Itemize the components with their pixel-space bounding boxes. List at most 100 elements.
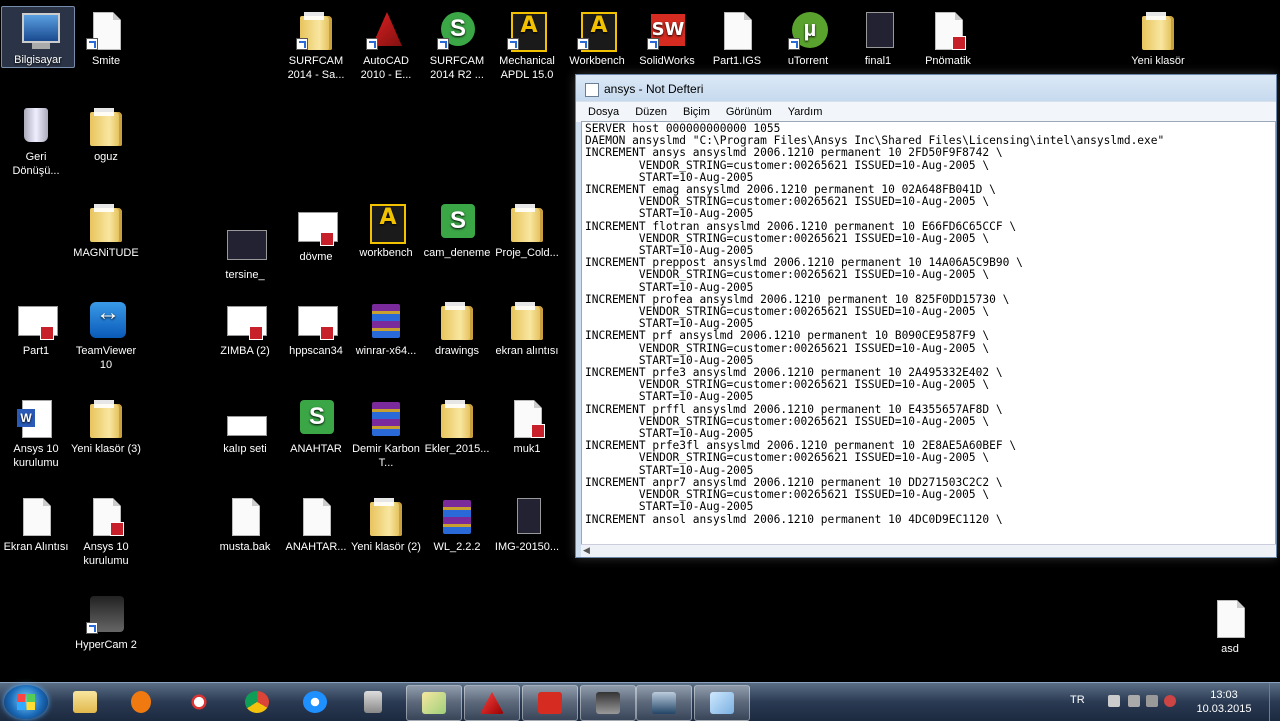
image-file-icon bbox=[505, 494, 549, 538]
desktop-icon-surfcam-2014-sa[interactable]: SURFCAM 2014 - Sa... bbox=[280, 8, 352, 82]
taskbar-item-notepad[interactable] bbox=[694, 685, 750, 721]
notepad-window[interactable]: ansys - Not Defteri Dosya Düzen Biçim Görün… bbox=[575, 74, 1277, 558]
desktop-icon-ekran-alintisi-folder[interactable]: ekran alıntısı bbox=[491, 298, 563, 358]
taskbar-item-media-player[interactable] bbox=[114, 685, 168, 719]
volume-icon[interactable] bbox=[1146, 695, 1158, 707]
desktop-icon-hypercam[interactable]: HyperCam 2 bbox=[70, 592, 142, 652]
desktop-icon-smite[interactable]: Smite bbox=[70, 8, 142, 68]
taskbar-item-ie[interactable] bbox=[288, 685, 342, 719]
desktop-icon-ekler-2015[interactable]: Ekler_2015... bbox=[421, 396, 493, 456]
taskbar-item-ansys[interactable] bbox=[636, 685, 692, 721]
window-title: ansys - Not Defteri bbox=[604, 82, 704, 96]
show-desktop-button[interactable] bbox=[1269, 683, 1280, 721]
solidworks-icon bbox=[538, 692, 562, 714]
desktop-icon-final1[interactable]: final1 bbox=[842, 8, 914, 68]
horizontal-scrollbar[interactable]: ◀ bbox=[581, 544, 1276, 557]
icon-label: cam_deneme bbox=[423, 247, 491, 259]
taskbar-item-snipping-tool[interactable] bbox=[172, 685, 226, 719]
action-center-icon[interactable] bbox=[1108, 695, 1120, 707]
desktop-icon-anahtar-2[interactable]: ANAHTAR... bbox=[280, 494, 352, 554]
menu-dosya[interactable]: Dosya bbox=[580, 106, 627, 118]
desktop-icon-surfcam-2014-r2[interactable]: S SURFCAM 2014 R2 ... bbox=[421, 8, 493, 82]
clock[interactable]: 13:03 10.03.2015 bbox=[1182, 688, 1266, 716]
desktop-icon-workbench-2[interactable]: workbench bbox=[350, 200, 422, 260]
autocad-icon bbox=[364, 8, 408, 52]
notepad-icon bbox=[710, 692, 734, 714]
desktop-icon-musta-bak[interactable]: musta.bak bbox=[209, 494, 281, 554]
desktop-icon-proje-cold[interactable]: Proje_Cold... bbox=[491, 200, 563, 260]
desktop-icon-anahtar[interactable]: S ANAHTAR bbox=[280, 396, 352, 456]
desktop-icon-bilgisayar[interactable]: Bilgisayar bbox=[1, 6, 75, 68]
desktop-icon-solidworks[interactable]: SW SolidWorks bbox=[631, 8, 703, 68]
clock-date: 10.03.2015 bbox=[1196, 703, 1252, 715]
desktop-icon-drawings[interactable]: drawings bbox=[421, 298, 493, 358]
desktop-icon-utorrent[interactable]: µ uTorrent bbox=[772, 8, 844, 68]
desktop-icon-tersine[interactable]: tersine_ bbox=[209, 222, 281, 282]
hypercam-icon bbox=[84, 592, 128, 636]
editor-content[interactable]: SERVER host 000000000000 1055 DAEMON ans… bbox=[582, 122, 1275, 527]
taskbar-item-hypercam[interactable] bbox=[580, 685, 636, 721]
text-editor[interactable]: SERVER host 000000000000 1055 DAEMON ans… bbox=[581, 121, 1276, 545]
menu-yardim[interactable]: Yardım bbox=[780, 106, 831, 118]
desktop-icon-winrar[interactable]: winrar-x64... bbox=[350, 298, 422, 358]
desktop-icon-dovme[interactable]: dövme bbox=[280, 204, 352, 264]
desktop-icon-hppscan34[interactable]: hppscan34 bbox=[280, 298, 352, 358]
file-icon bbox=[223, 494, 267, 538]
icon-label: kalıp seti bbox=[223, 443, 267, 455]
menu-duzen[interactable]: Düzen bbox=[627, 106, 675, 118]
desktop-icon-part1-igs[interactable]: Part1.IGS bbox=[701, 8, 773, 68]
desktop-icon-mechanical-apdl[interactable]: Mechanical APDL 15.0 bbox=[491, 8, 563, 82]
image-file-icon bbox=[14, 494, 58, 538]
pdf-file-icon bbox=[505, 396, 549, 440]
taskbar-item-explorer-active[interactable] bbox=[406, 685, 462, 721]
icon-label: asd bbox=[1221, 643, 1239, 655]
desktop-icon-yeni-klasor-2[interactable]: Yeni klasör (2) bbox=[350, 494, 422, 554]
calculator-icon bbox=[364, 691, 382, 713]
desktop-icon-demir-karbon[interactable]: Demir Karbon T... bbox=[350, 396, 422, 470]
desktop-icon-zimba[interactable]: ZIMBA (2) bbox=[209, 298, 281, 358]
desktop-icon-muk1[interactable]: muk1 bbox=[491, 396, 563, 456]
icon-label: Proje_Cold... bbox=[495, 247, 559, 259]
icon-label: Ansys 10 kurulumu bbox=[83, 541, 129, 567]
desktop-icon-cam-deneme[interactable]: S cam_deneme bbox=[421, 200, 493, 260]
hypercam-icon bbox=[596, 692, 620, 714]
notification-icon[interactable] bbox=[1164, 695, 1176, 707]
desktop-icon-ansys-kurulumu-2[interactable]: Ansys 10 kurulumu bbox=[70, 494, 142, 568]
window-titlebar[interactable]: ansys - Not Defteri bbox=[576, 75, 1276, 101]
desktop-icon-teamviewer[interactable]: TeamViewer 10 bbox=[70, 298, 142, 372]
desktop-icon-magnitude[interactable]: MAGNiTUDE bbox=[70, 200, 142, 260]
network-icon[interactable] bbox=[1128, 695, 1140, 707]
desktop-icon-workbench[interactable]: Workbench bbox=[561, 8, 633, 68]
taskbar-item-solidworks[interactable] bbox=[522, 685, 578, 721]
desktop-icon-img-20150[interactable]: IMG-20150... bbox=[491, 494, 563, 554]
desktop-icon-oguz[interactable]: oguz bbox=[70, 104, 142, 164]
desktop-icon-recycle-bin[interactable]: Geri Dönüşü... bbox=[0, 104, 72, 178]
desktop[interactable]: Bilgisayar Geri Dönüşü... Part1 Ansys 10… bbox=[0, 0, 1280, 682]
desktop-icon-yeni-klasor[interactable]: Yeni klasör bbox=[1122, 8, 1194, 68]
workbench-icon bbox=[364, 200, 408, 244]
winrar-icon bbox=[364, 298, 408, 342]
menu-gorunum[interactable]: Görünüm bbox=[718, 106, 780, 118]
scroll-left-icon[interactable]: ◀ bbox=[583, 545, 590, 556]
taskbar-item-autocad[interactable] bbox=[464, 685, 520, 721]
desktop-icon-autocad[interactable]: AutoCAD 2010 - E... bbox=[350, 8, 422, 82]
menu-bicim[interactable]: Biçim bbox=[675, 106, 718, 118]
taskbar-item-chrome[interactable] bbox=[230, 685, 284, 719]
folder-icon bbox=[364, 494, 408, 538]
desktop-icon-part1[interactable]: Part1 bbox=[0, 298, 72, 358]
language-indicator[interactable]: TR bbox=[1070, 694, 1085, 706]
media-player-icon bbox=[131, 691, 151, 713]
desktop-icon-ansys-kurulumu-1[interactable]: Ansys 10 kurulumu bbox=[0, 396, 72, 470]
taskbar-item-explorer[interactable] bbox=[58, 685, 112, 719]
icon-label: Demir Karbon T... bbox=[352, 443, 420, 469]
desktop-icon-wl-2-2-2[interactable]: WL_2.2.2 bbox=[421, 494, 493, 554]
desktop-icon-ekran-alintisi[interactable]: Ekran Alıntısı bbox=[0, 494, 72, 554]
taskbar-item-calculator[interactable] bbox=[346, 685, 400, 719]
desktop-icon-yeni-klasor-3[interactable]: Yeni klasör (3) bbox=[70, 396, 142, 456]
folder-icon bbox=[84, 396, 128, 440]
start-button[interactable] bbox=[4, 685, 48, 719]
desktop-icon-asd[interactable]: asd bbox=[1194, 596, 1266, 656]
desktop-icon-kalip-seti[interactable]: kalıp seti bbox=[209, 416, 281, 456]
teamviewer-icon bbox=[84, 298, 128, 342]
desktop-icon-pnomatik[interactable]: Pnömatik bbox=[912, 8, 984, 68]
